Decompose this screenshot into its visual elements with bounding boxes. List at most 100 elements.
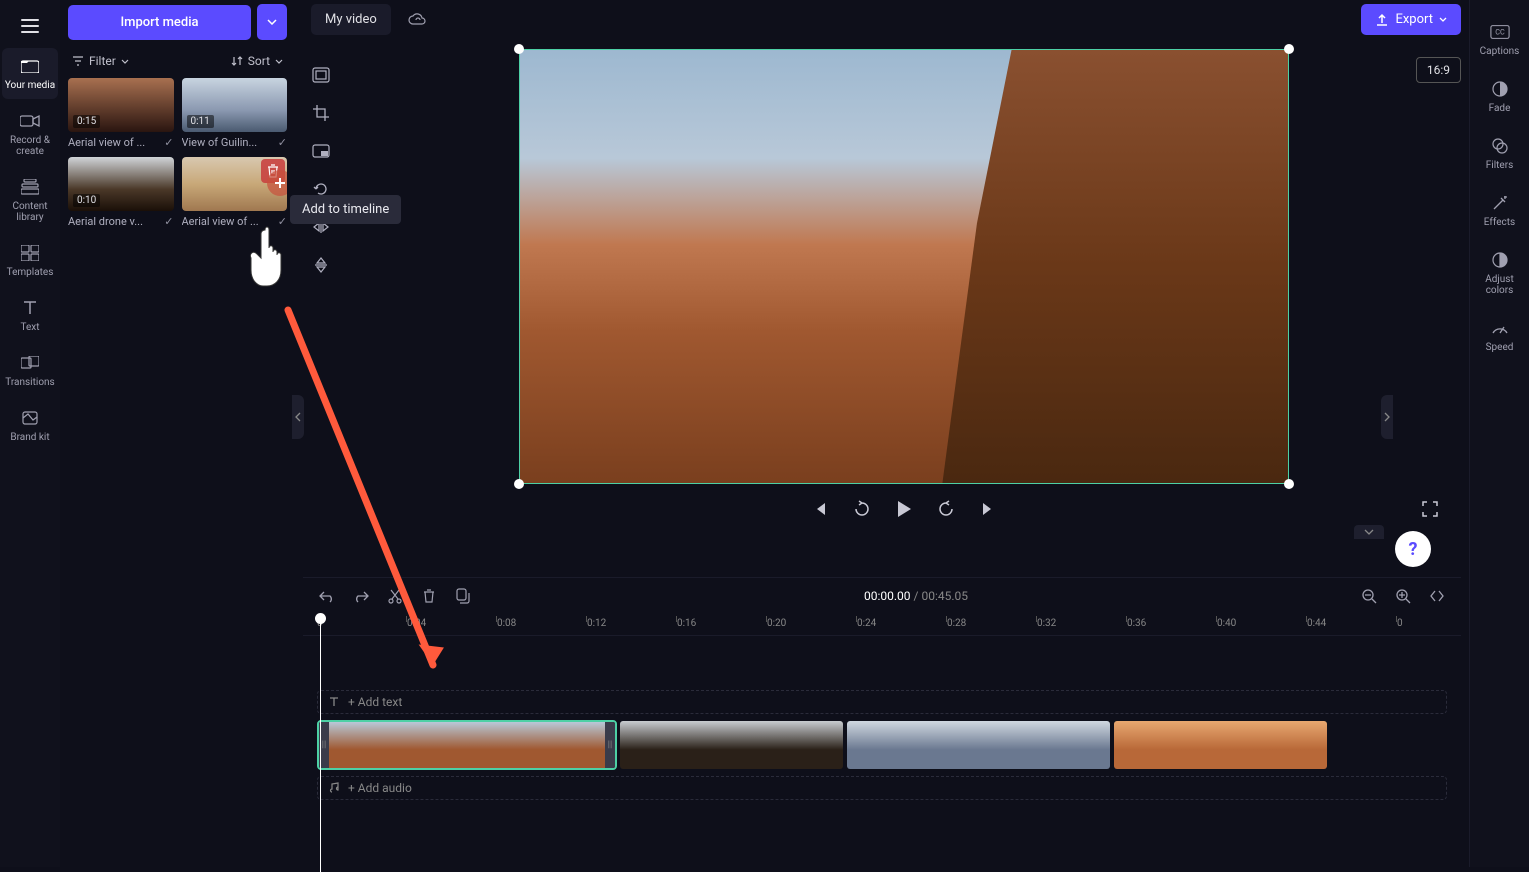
flip-v-button[interactable]: [309, 253, 333, 277]
adjust-icon: [1490, 250, 1510, 270]
add-text-label: + Add text: [348, 695, 402, 709]
brand-icon: [20, 408, 40, 428]
right-item-filters[interactable]: Filters: [1472, 128, 1528, 179]
right-label: Fade: [1489, 103, 1511, 114]
sidebar-item-text[interactable]: Text: [2, 290, 58, 341]
filter-label: Filter: [89, 54, 116, 68]
library-icon: [20, 177, 40, 197]
fade-icon: [1490, 79, 1510, 99]
sidebar-label: Record & create: [4, 135, 56, 157]
rewind-button[interactable]: [851, 498, 873, 520]
timeline-ruler[interactable]: 00:040:080:120:160:200:240:280:320:360:4…: [303, 614, 1461, 636]
ruler-tick: 0:12: [587, 618, 606, 629]
right-label: Filters: [1486, 160, 1514, 171]
sync-button[interactable]: [403, 6, 431, 34]
expand-timeline-button[interactable]: [1354, 525, 1384, 539]
music-icon: [328, 782, 340, 794]
skip-start-button[interactable]: [809, 498, 831, 520]
import-media-button[interactable]: Import media: [68, 5, 251, 40]
media-tile[interactable]: 0:10 Aerial drone v...✓: [68, 157, 174, 228]
transitions-icon: [20, 353, 40, 373]
templates-icon: [20, 243, 40, 263]
fullscreen-button[interactable]: [1419, 498, 1441, 520]
check-icon: ✓: [164, 215, 173, 228]
zoom-out-button[interactable]: [1359, 586, 1379, 606]
right-item-fade[interactable]: Fade: [1472, 71, 1528, 122]
total-time: 00:45.05: [921, 589, 968, 603]
tooltip: Add to timeline: [290, 195, 401, 224]
timeline-clip[interactable]: [1113, 720, 1328, 770]
hamburger-menu[interactable]: [12, 8, 48, 44]
duplicate-button[interactable]: [453, 586, 473, 606]
right-item-effects[interactable]: Effects: [1472, 185, 1528, 236]
redo-button[interactable]: [351, 586, 371, 606]
zoom-fit-button[interactable]: [1427, 586, 1447, 606]
sidebar-item-brand-kit[interactable]: Brand kit: [2, 400, 58, 451]
sidebar-item-content-library[interactable]: Content library: [2, 169, 58, 231]
add-to-timeline-button[interactable]: [267, 170, 287, 196]
ruler-tick: 0:16: [677, 618, 696, 629]
sort-button[interactable]: Sort: [231, 54, 283, 68]
right-label: Speed: [1486, 342, 1514, 353]
check-icon: ✓: [278, 136, 287, 149]
preview-canvas[interactable]: [519, 49, 1289, 484]
right-item-adjust[interactable]: Adjust colors: [1472, 242, 1528, 304]
crop-fill-button[interactable]: [309, 63, 333, 87]
project-title[interactable]: My video: [311, 4, 391, 35]
export-label: Export: [1395, 12, 1433, 27]
sidebar-label: Brand kit: [10, 432, 49, 443]
preview-content: [942, 50, 1288, 483]
right-item-speed[interactable]: Speed: [1472, 310, 1528, 361]
sidebar-item-templates[interactable]: Templates: [2, 235, 58, 286]
split-button[interactable]: [385, 586, 405, 606]
timeline-clip[interactable]: [846, 720, 1111, 770]
export-button[interactable]: Export: [1361, 4, 1461, 35]
sidebar-item-record[interactable]: Record & create: [2, 103, 58, 165]
timeline-clip[interactable]: [619, 720, 844, 770]
media-tile[interactable]: 0:11 View of Guilin...✓: [182, 78, 288, 149]
crop-button[interactable]: [309, 101, 333, 125]
aspect-ratio-badge[interactable]: 16:9: [1416, 57, 1461, 83]
collapse-panel-button[interactable]: [292, 395, 304, 439]
media-thumbnail: 0:11: [182, 78, 288, 132]
ruler-tick: 0:04: [407, 618, 426, 629]
sidebar-item-your-media[interactable]: Your media: [2, 48, 58, 99]
sidebar-item-transitions[interactable]: Transitions: [2, 345, 58, 396]
folder-icon: [20, 56, 40, 76]
delete-button[interactable]: [419, 586, 439, 606]
audio-track[interactable]: + Add audio: [317, 776, 1447, 800]
skip-end-button[interactable]: [977, 498, 999, 520]
ruler-tick: 0:36: [1127, 618, 1146, 629]
playhead[interactable]: [315, 613, 326, 624]
clip-handle-right[interactable]: ||: [605, 722, 615, 768]
zoom-in-button[interactable]: [1393, 586, 1413, 606]
import-dropdown-button[interactable]: [257, 4, 287, 40]
filter-icon: [72, 55, 84, 67]
video-track[interactable]: || ||: [317, 720, 1447, 770]
time-sep: /: [911, 589, 922, 603]
play-button[interactable]: [893, 498, 915, 520]
media-thumbnail: [182, 157, 288, 211]
forward-button[interactable]: [935, 498, 957, 520]
timeline-clip[interactable]: || ||: [317, 720, 617, 770]
cloud-sync-icon: [408, 12, 426, 28]
text-track[interactable]: + Add text: [317, 690, 1447, 714]
sidebar-label: Content library: [4, 201, 56, 223]
ruler-tick: 0:32: [1037, 618, 1056, 629]
ruler-tick: 0:28: [947, 618, 966, 629]
filter-button[interactable]: Filter: [72, 54, 129, 68]
help-button[interactable]: ?: [1395, 531, 1431, 567]
media-duration: 0:10: [73, 194, 100, 207]
sidebar-label: Templates: [7, 267, 54, 278]
expand-panel-button[interactable]: [1381, 395, 1393, 439]
right-label: Adjust colors: [1474, 274, 1526, 296]
chevron-down-icon: [275, 59, 283, 64]
media-tile[interactable]: 0:15 Aerial view of ...✓: [68, 78, 174, 149]
sort-label: Sort: [248, 54, 270, 68]
right-item-captions[interactable]: CC Captions: [1472, 14, 1528, 65]
media-tile[interactable]: Aerial view of ...✓: [182, 157, 288, 228]
resize-handle[interactable]: [514, 44, 524, 54]
resize-handle[interactable]: [1284, 44, 1294, 54]
pip-button[interactable]: [309, 139, 333, 163]
undo-button[interactable]: [317, 586, 337, 606]
